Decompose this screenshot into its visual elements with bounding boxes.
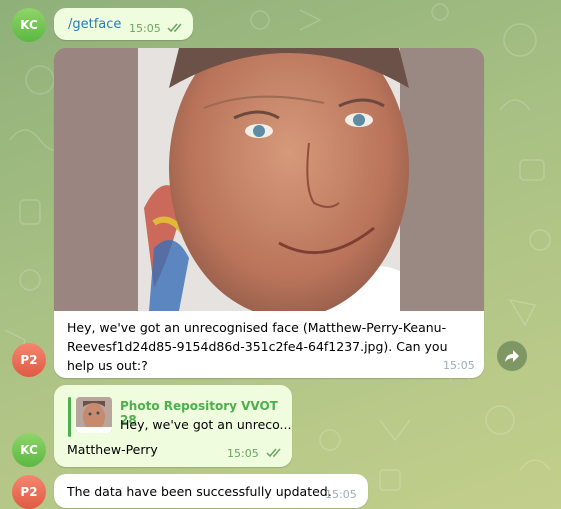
reply-message-bubble[interactable]: Photo Repository VVOT 28 Hey, we've got … [54, 385, 292, 467]
reply-preview-text: Hey, we've got an unreco... [120, 417, 292, 432]
avatar[interactable]: P2 [12, 343, 46, 377]
reply-quote-bar [68, 397, 71, 437]
reply-thumbnail [76, 397, 112, 433]
photo-caption: Hey, we've got an unrecognised face (Mat… [67, 320, 448, 373]
face-image [54, 48, 484, 311]
message-time: 15:05 [443, 359, 475, 372]
avatar[interactable]: P2 [12, 475, 46, 509]
avatar[interactable]: KC [12, 8, 46, 42]
forward-button[interactable] [497, 341, 527, 371]
message-time: 15:05 [227, 447, 259, 460]
avatar[interactable]: KC [12, 433, 46, 467]
share-arrow-icon [505, 350, 519, 362]
face-photo[interactable] [54, 48, 484, 311]
message-text: The data have been successfully updated. [67, 484, 332, 499]
message-text: Matthew-Perry [67, 442, 158, 457]
command-message-bubble[interactable]: /getface 15:05 [54, 8, 193, 40]
message-time: 15:05 [325, 488, 357, 501]
double-check-icon [167, 23, 182, 33]
photo-message-bubble[interactable]: Hey, we've got an unrecognised face (Mat… [54, 48, 484, 378]
message-time: 15:05 [129, 22, 161, 35]
bot-command-link[interactable]: /getface [68, 17, 121, 32]
double-check-icon [266, 448, 281, 458]
status-message-bubble[interactable]: The data have been successfully updated.… [54, 474, 368, 508]
